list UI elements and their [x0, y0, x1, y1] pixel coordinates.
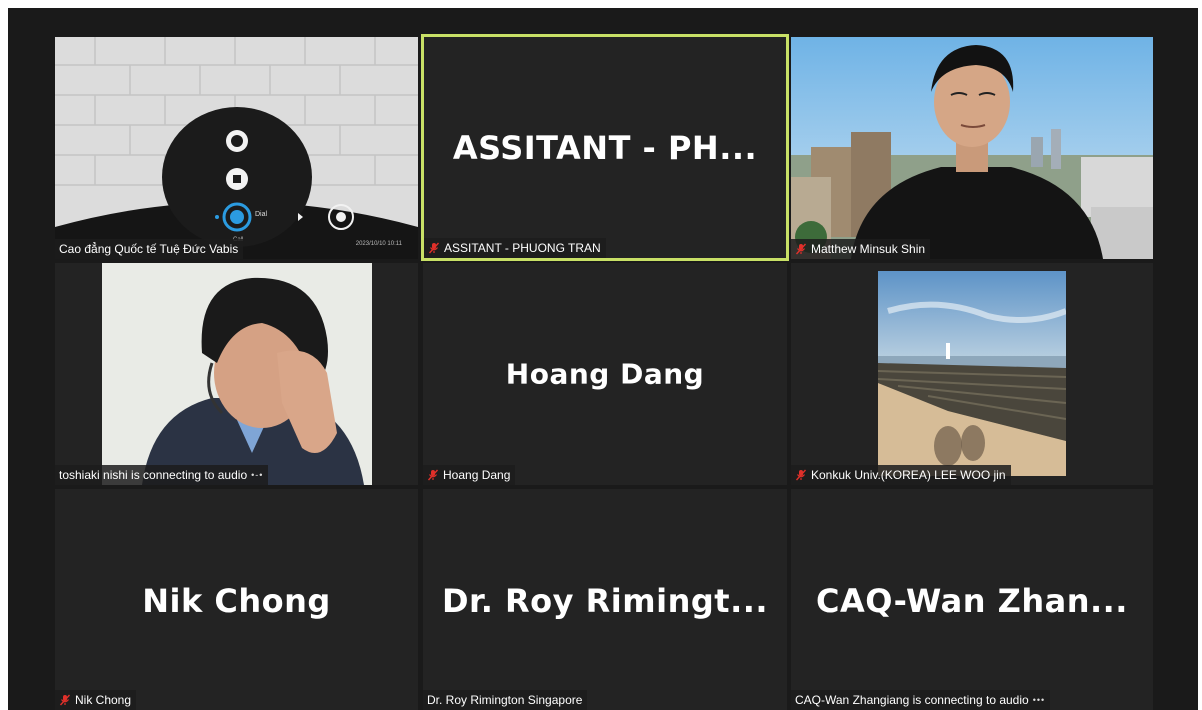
participant-name: Nik Chong [75, 693, 132, 707]
participant-display-name: Nik Chong [142, 582, 331, 620]
participant-name: Konkuk Univ.(KOREA) LEE WOO jin [811, 468, 1006, 482]
participant-display-name: Dr. Roy Rimingt... [441, 582, 769, 620]
participant-tile[interactable]: Konkuk Univ.(KOREA) LEE WOO jin [791, 263, 1153, 485]
participant-video: Dial Call 2023/10/10 10:11 [55, 37, 418, 259]
participant-name: Cao đẳng Quốc tế Tuệ Đức Vabis [59, 242, 239, 256]
participant-name-tag: Cao đẳng Quốc tế Tuệ Đức Vabis [55, 239, 244, 259]
participant-name: Matthew Minsuk Shin [811, 242, 926, 256]
participant-name-tag: Dr. Roy Rimington Singapore [423, 690, 588, 710]
participant-tile[interactable]: CAQ-Wan Zhan... CAQ-Wan Zhangiang is con… [791, 489, 1153, 710]
participant-video-image [791, 37, 1153, 259]
device-dial-label: Dial [255, 211, 268, 218]
device-timestamp: 2023/10/10 10:11 [355, 241, 402, 247]
connecting-audio-icon: •-• [251, 470, 264, 480]
participant-name: toshiaki nishi is connecting to audio [59, 468, 248, 482]
participant-video-image [102, 263, 372, 485]
participant-tile[interactable]: Hoang Dang Hoang Dang [423, 263, 787, 485]
participant-tile[interactable]: Nik Chong Nik Chong [55, 489, 418, 710]
participant-tile[interactable]: Matthew Minsuk Shin [791, 37, 1153, 259]
participant-name: Hoang Dang [443, 468, 511, 482]
participant-tile[interactable]: Dr. Roy Rimingt... Dr. Roy Rimington Sin… [423, 489, 787, 710]
gallery-view: Dial Call 2023/10/10 10:11 Cao đẳng Quốc… [8, 8, 1198, 710]
participant-name-tag: Matthew Minsuk Shin [791, 239, 931, 259]
participant-name-tag: toshiaki nishi is connecting to audio •-… [55, 465, 269, 485]
participant-display-name: ASSITANT - PH... [452, 128, 758, 167]
participant-name-tag: CAQ-Wan Zhangiang is connecting to audio… [791, 690, 1051, 710]
device-screen-image [55, 37, 418, 259]
participant-name: Dr. Roy Rimington Singapore [427, 693, 583, 707]
participant-display-name: Hoang Dang [505, 357, 705, 391]
participant-tile[interactable]: toshiaki nishi is connecting to audio •-… [55, 263, 418, 485]
participant-name: ASSITANT - PHUONG TRAN [444, 241, 601, 255]
participant-video [102, 263, 372, 485]
participant-name-tag: ASSITANT - PHUONG TRAN [424, 238, 606, 258]
participant-tile[interactable]: Dial Call 2023/10/10 10:11 Cao đẳng Quốc… [55, 37, 418, 259]
participant-name-tag: Konkuk Univ.(KOREA) LEE WOO jin [791, 465, 1011, 485]
participant-video [878, 271, 1066, 476]
participant-name: CAQ-Wan Zhangiang is connecting to audio [795, 693, 1029, 707]
mic-muted-icon [427, 469, 439, 481]
mic-muted-icon [795, 469, 807, 481]
mic-muted-icon [59, 694, 71, 706]
participant-name-tag: Nik Chong [55, 690, 137, 710]
connecting-audio-icon: ••• [1032, 695, 1046, 705]
participant-name-tag: Hoang Dang [423, 465, 516, 485]
participant-video [791, 37, 1153, 259]
mic-muted-icon [795, 243, 807, 255]
mic-muted-icon [428, 242, 440, 254]
participant-display-name: CAQ-Wan Zhan... [816, 582, 1128, 620]
participant-video-image [878, 271, 1066, 476]
participant-tile-active[interactable]: ASSITANT - PH... ASSITANT - PHUONG TRAN [421, 34, 789, 261]
